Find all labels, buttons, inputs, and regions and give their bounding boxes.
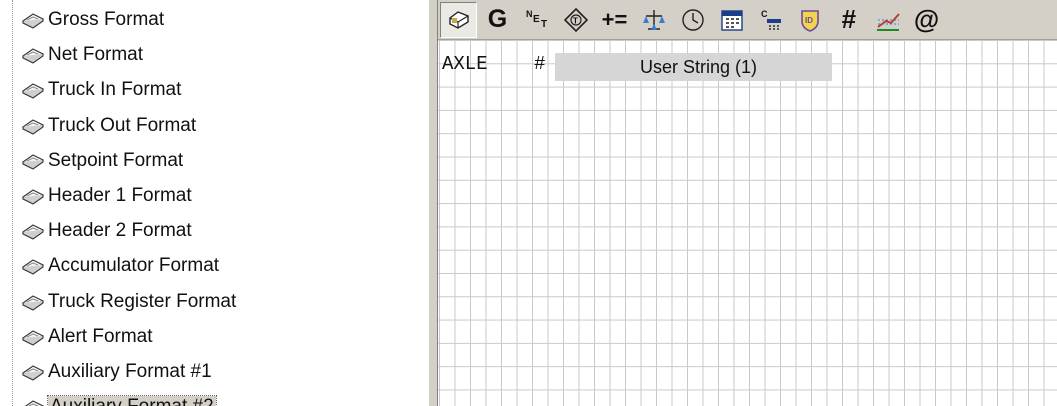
tree-item-label: Alert Format bbox=[48, 325, 153, 347]
scale-number-button[interactable] bbox=[635, 2, 672, 38]
print-format-icon bbox=[21, 48, 45, 64]
tree-item[interactable]: Header 2 Format bbox=[21, 214, 192, 248]
pane-splitter[interactable] bbox=[428, 0, 438, 406]
user-string-field-label: User String (1) bbox=[639, 56, 758, 77]
consecutive-number-button[interactable]: C bbox=[752, 2, 789, 38]
axle-number-field[interactable]: # bbox=[534, 53, 545, 76]
svg-text:T: T bbox=[541, 19, 547, 30]
time-button[interactable] bbox=[674, 2, 711, 38]
tree-item-label: Gross Format bbox=[48, 9, 165, 30]
date-calendar-icon bbox=[720, 9, 743, 31]
date-button[interactable] bbox=[713, 2, 750, 38]
print-format-icon bbox=[21, 224, 45, 240]
tree-item-label: Header 2 Format bbox=[48, 220, 192, 242]
number-sign-button[interactable]: # bbox=[830, 2, 867, 38]
tare-button[interactable]: T bbox=[557, 2, 594, 38]
tree-item-label: Auxiliary Format #1 bbox=[48, 361, 212, 382]
tree-item-label: Accumulator Format bbox=[48, 255, 220, 277]
axle-label[interactable]: AXLE bbox=[442, 53, 488, 76]
line-graph-icon bbox=[876, 12, 900, 31]
svg-text:ID: ID bbox=[805, 16, 813, 25]
print-format-icon bbox=[21, 118, 45, 135]
gross-weight-icon: G bbox=[487, 5, 508, 33]
tree-item[interactable]: Auxiliary Format #2 bbox=[21, 390, 217, 406]
tree-item-label: Truck Register Format bbox=[48, 290, 237, 312]
select-pointer-icon bbox=[448, 10, 469, 29]
id-button[interactable]: ID bbox=[791, 2, 828, 38]
tree-item-label: Header 1 Format bbox=[48, 185, 192, 206]
tree-item[interactable]: Setpoint Format bbox=[21, 144, 183, 178]
print-format-icon bbox=[21, 294, 45, 311]
print-format-icon bbox=[21, 365, 45, 381]
tree-item[interactable]: Net Format bbox=[21, 38, 143, 72]
number-sign-icon: # bbox=[841, 4, 856, 34]
tree-item[interactable]: Truck Out Format bbox=[21, 109, 196, 143]
tree-item-label: Truck In Format bbox=[48, 79, 182, 101]
net-tare-button[interactable]: N E T bbox=[518, 2, 555, 38]
tree-item[interactable]: Auxiliary Format #1 bbox=[21, 355, 212, 389]
ticket-layout-grid[interactable]: AXLE # User String (1) bbox=[438, 40, 1057, 406]
print-format-icon bbox=[21, 154, 45, 170]
tree-item[interactable]: Alert Format bbox=[21, 320, 153, 354]
svg-text:T: T bbox=[573, 16, 578, 25]
tare-diamond-icon: T bbox=[563, 7, 588, 32]
print-format-icon bbox=[25, 400, 44, 406]
svg-text:N: N bbox=[526, 9, 533, 19]
print-format-icon bbox=[21, 13, 45, 29]
user-string-button[interactable]: @ bbox=[908, 2, 945, 38]
line-graph-button[interactable] bbox=[869, 2, 906, 38]
gross-weight-button[interactable]: G bbox=[479, 2, 516, 38]
user-string-at-icon: @ bbox=[913, 4, 940, 34]
consecutive-number-icon: C bbox=[761, 9, 781, 30]
user-string-field[interactable]: User String (1) bbox=[555, 53, 832, 81]
tree-item[interactable]: Header 1 Format bbox=[21, 179, 192, 213]
tree-item-label: Auxiliary Format #2 bbox=[47, 395, 217, 406]
print-format-icon bbox=[21, 259, 45, 276]
tree-item-label: Setpoint Format bbox=[48, 149, 184, 171]
tree-item-label: Net Format bbox=[48, 44, 144, 66]
time-clock-icon bbox=[681, 8, 704, 31]
field-toolbar: G N E T T += C ID # @ bbox=[438, 0, 1057, 40]
tree-item[interactable]: Truck Register Format bbox=[21, 285, 236, 319]
svg-text:E: E bbox=[533, 14, 540, 25]
tree-item[interactable]: Gross Format bbox=[21, 3, 164, 37]
id-shield-icon: ID bbox=[800, 9, 819, 32]
select-pointer-button[interactable] bbox=[440, 1, 477, 38]
net-tare-icon: N E T bbox=[526, 9, 547, 30]
accumulate-icon: += bbox=[601, 6, 628, 32]
print-format-icon bbox=[21, 189, 45, 205]
tree-connector-line bbox=[12, 0, 13, 406]
print-format-icon bbox=[21, 83, 45, 100]
tree-item[interactable]: Accumulator Format bbox=[21, 249, 219, 283]
print-format-icon bbox=[21, 330, 45, 346]
format-tree: Gross Format Net Format Truck In Format Tru… bbox=[0, 0, 318, 406]
scale-number-icon bbox=[642, 9, 665, 30]
tree-item[interactable]: Truck In Format bbox=[21, 73, 181, 107]
tree-item-label: Truck Out Format bbox=[48, 114, 197, 136]
svg-text:C: C bbox=[761, 9, 768, 19]
accumulate-button[interactable]: += bbox=[596, 2, 633, 38]
